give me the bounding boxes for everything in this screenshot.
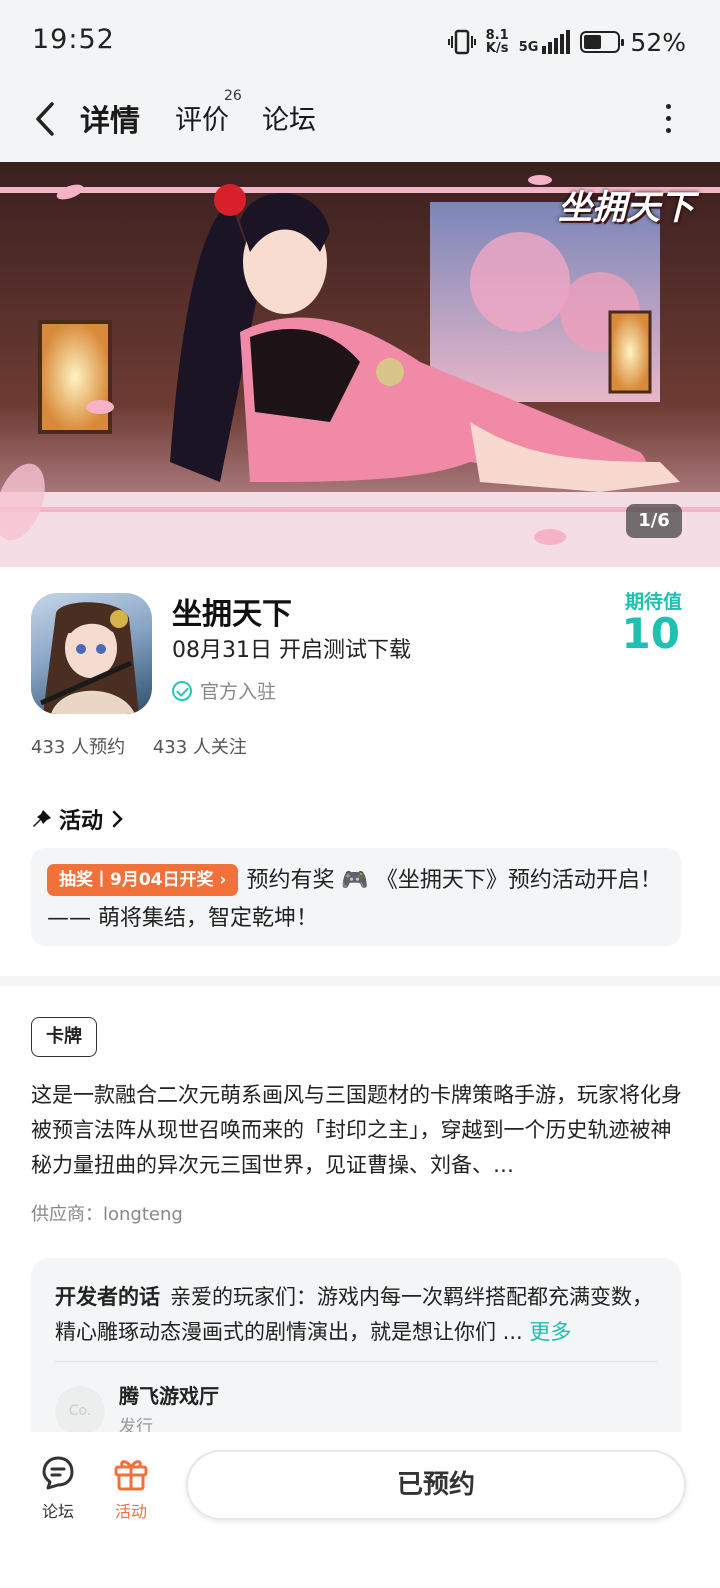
signal-icon: 5G (519, 30, 571, 54)
follow-count: 433 人关注 (152, 737, 247, 758)
chevron-left-icon[interactable] (28, 96, 68, 142)
developer-message: 开发者的话 亲爱的玩家们：游戏内每一次羁绊搭配都充满变数，精心雕琢动态漫画式的剧情… (55, 1280, 657, 1350)
publisher-name[interactable]: 腾飞游戏厅 (119, 1380, 219, 1409)
screenshot-carousel[interactable]: 坐拥天下 1/6 (0, 162, 720, 567)
status-icons: 8.1 K/s 5G 52% (447, 26, 686, 58)
check-circle-icon (172, 680, 192, 701)
expectation-value: 10 (621, 609, 680, 658)
network-type: 5G (518, 40, 539, 55)
publisher-avatar[interactable]: Co. (55, 1386, 105, 1436)
official-label: 官方入驻 (200, 681, 277, 703)
forum-label: 论坛 (41, 1502, 74, 1521)
developer-title: 开发者的话 (55, 1285, 160, 1309)
vibrate-icon (447, 29, 476, 55)
more-vertical-icon[interactable] (666, 104, 674, 138)
net-speed: 8.1 K/s (486, 29, 509, 55)
activity-header[interactable]: 活动 (31, 803, 127, 835)
more-link[interactable]: 更多 (529, 1320, 571, 1344)
genre-tag[interactable]: 卡牌 (31, 1017, 97, 1057)
reviews-count-badge: 26 (224, 88, 242, 104)
game-logo: 坐拥天下 (558, 188, 694, 228)
activity-button[interactable]: 活动 (101, 1454, 161, 1522)
reserved-button[interactable]: 已预约 (186, 1450, 686, 1520)
pin-icon (33, 810, 51, 827)
supplier: 供应商：longteng (31, 1204, 183, 1225)
chat-bubble-icon (42, 1456, 74, 1490)
release-date: 08月31日 开启测试下载 (172, 638, 411, 663)
activity-heading: 活动 (59, 809, 104, 834)
status-bar: 19:52 8.1 K/s 5G 52% (0, 0, 720, 84)
top-nav: 详情 评价 26 论坛 (0, 84, 720, 162)
app-stats: 433 人预约 433 人关注 (31, 733, 269, 759)
activity-label: 活动 (114, 1502, 147, 1521)
gift-icon (114, 1460, 148, 1491)
developer-card: 开发者的话 亲爱的玩家们：游戏内每一次羁绊搭配都充满变数，精心雕琢动态漫画式的剧情… (31, 1258, 681, 1438)
tab-forum-label: 论坛 (262, 105, 316, 136)
lottery-badge[interactable]: 抽奖丨9月04日开奖 › (47, 864, 239, 896)
app-name: 坐拥天下 (172, 597, 292, 632)
tab-reviews[interactable]: 评价 (175, 98, 229, 137)
app-icon (31, 593, 152, 714)
bottom-bar: 论坛 活动 已预约 (0, 1432, 720, 1588)
official-badge: 官方入驻 (172, 677, 276, 704)
battery-icon (580, 31, 625, 53)
chevron-right-icon (112, 810, 123, 828)
tab-reviews-label: 评价 (175, 105, 229, 136)
net-speed-unit: K/s (485, 41, 509, 56)
activity-card[interactable]: 抽奖丨9月04日开奖 › 预约有奖 🎮 《坐拥天下》预约活动开启！—— 萌将集结，… (31, 848, 681, 946)
status-time: 19:52 (32, 24, 115, 55)
app-info-section: 坐拥天下 08月31日 开启测试下载 官方入驻 期待值 10 433 人预约 4… (0, 567, 720, 987)
divider (55, 1361, 657, 1362)
game-description[interactable]: 这是一款融合二次元萌系画风与三国题材的卡牌策略手游，玩家将化身被预言法阵从现世召… (31, 1078, 691, 1183)
carousel-counter: 1/6 (626, 504, 682, 538)
section-divider (0, 976, 720, 986)
tab-details-label: 详情 (80, 104, 140, 139)
battery-percent: 52% (630, 27, 686, 57)
reservation-count: 433 人预约 (31, 737, 126, 758)
tab-forum[interactable]: 论坛 (262, 98, 316, 137)
forum-button[interactable]: 论坛 (28, 1454, 88, 1522)
tab-details[interactable]: 详情 (80, 96, 140, 140)
